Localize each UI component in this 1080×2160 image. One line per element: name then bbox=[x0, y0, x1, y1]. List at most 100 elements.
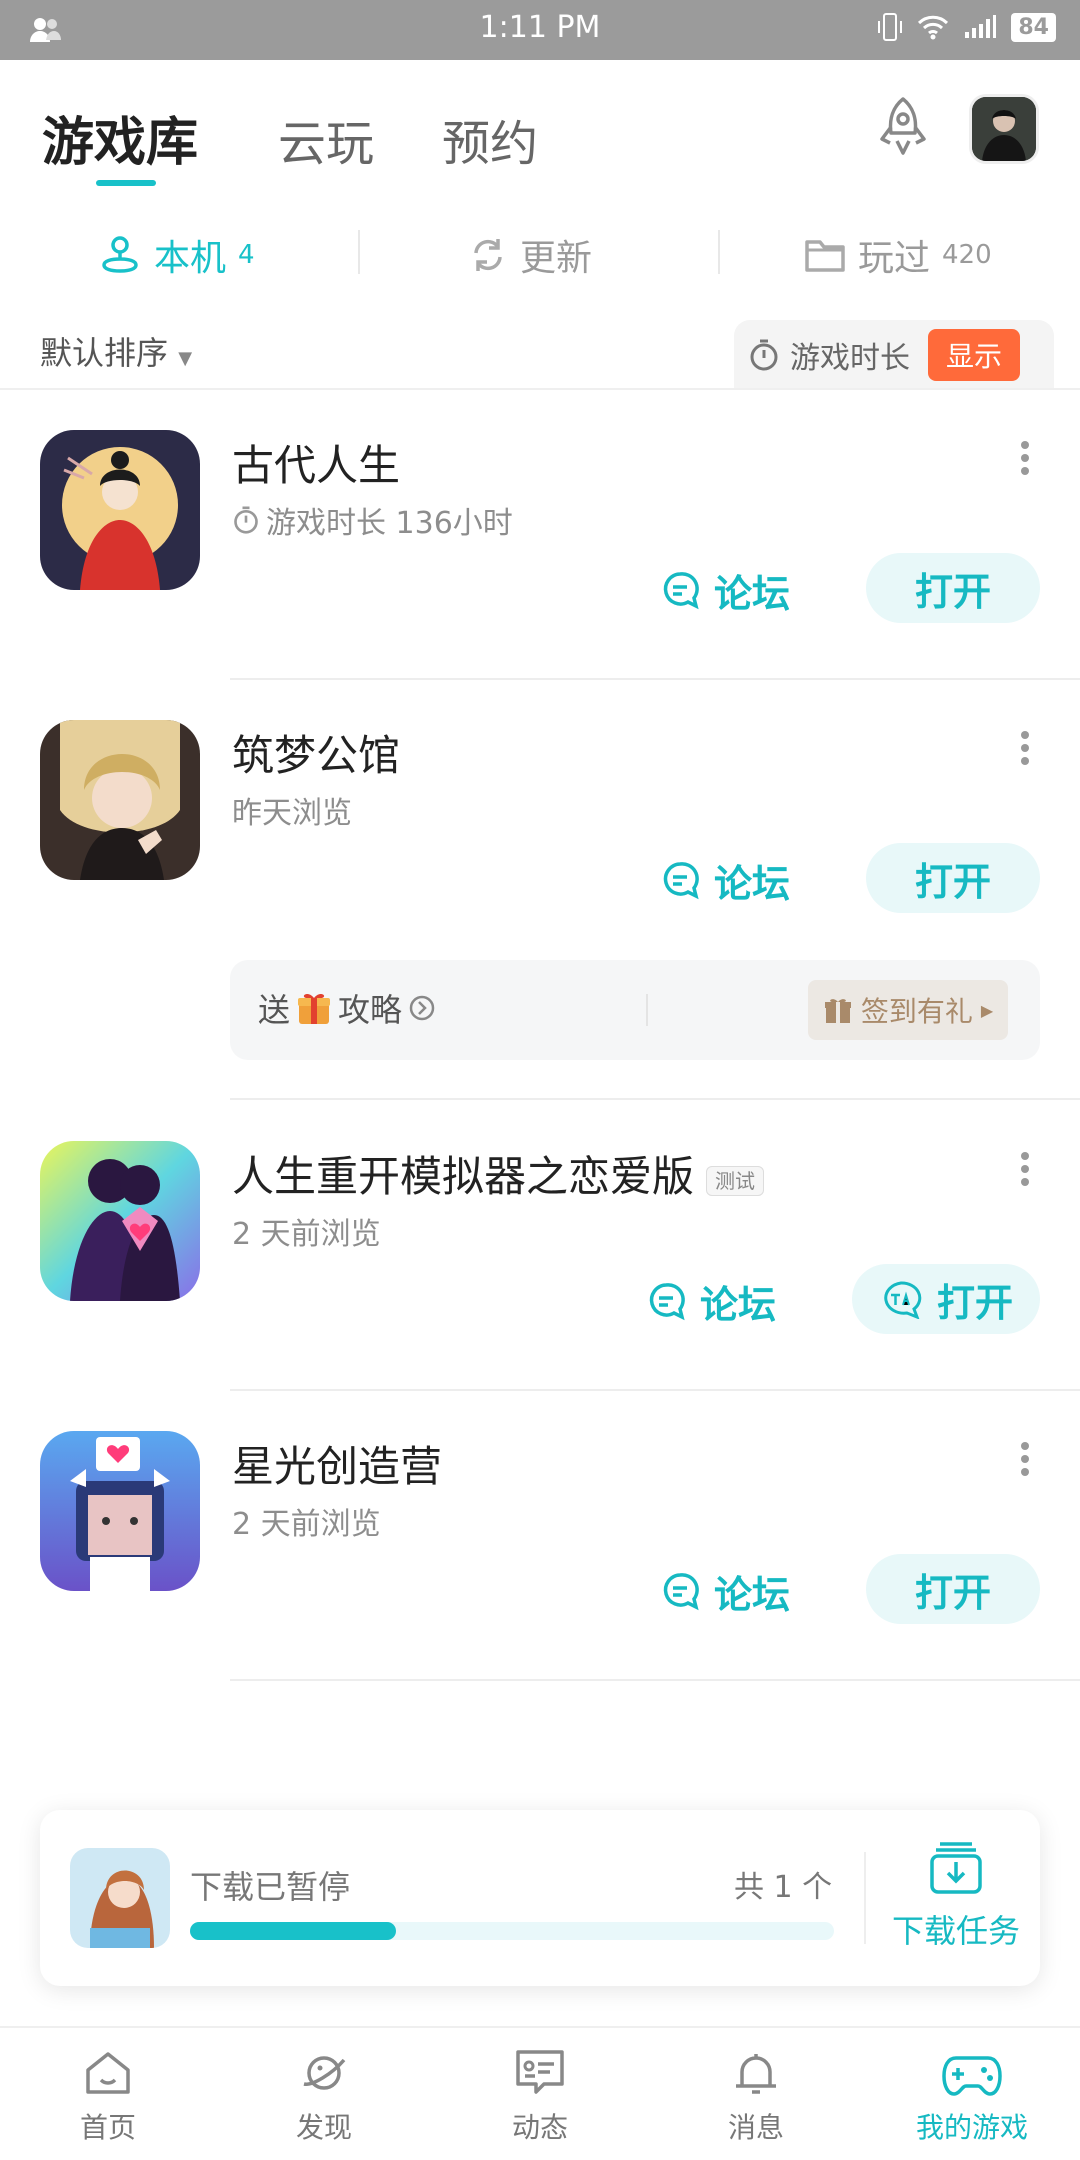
battery-indicator: 84 bbox=[1011, 12, 1056, 42]
open-button[interactable]: 打开 bbox=[852, 1264, 1040, 1334]
game-last-viewed: 2 天前浏览 bbox=[232, 1507, 381, 1542]
download-progress-track bbox=[190, 1922, 834, 1940]
download-status-card[interactable]: 下载已暂停 共 1 个 下载任务 bbox=[40, 1810, 1040, 1986]
promo-text-a: 送 bbox=[258, 991, 291, 1029]
open-label: 打开 bbox=[936, 1280, 1013, 1325]
more-options-icon[interactable] bbox=[1020, 1151, 1030, 1187]
forum-button[interactable]: 论坛 bbox=[660, 1561, 790, 1621]
nav-feed-label: 动态 bbox=[511, 2111, 568, 2144]
game-last-viewed: 2 天前浏览 bbox=[232, 1217, 381, 1252]
divider bbox=[358, 230, 360, 274]
more-options-icon[interactable] bbox=[1020, 730, 1030, 766]
nav-messages-label: 消息 bbox=[727, 2111, 784, 2144]
nav-home[interactable]: 首页 bbox=[28, 2048, 188, 2146]
forum-icon bbox=[663, 572, 699, 610]
guide-link[interactable]: 送 攻略 bbox=[258, 985, 436, 1031]
checkin-gift-button[interactable]: 签到有礼 ▶ bbox=[808, 980, 1008, 1040]
nav-discover[interactable]: 发现 bbox=[244, 2048, 404, 2146]
top-navigation: 游戏库 云玩 预约 bbox=[0, 60, 1080, 200]
game-item[interactable]: 筑梦公馆 昨天浏览 论坛 打开 送 攻略 签到有礼 ▶ bbox=[0, 680, 1080, 1100]
game-title: 星光创造营 bbox=[232, 1442, 443, 1491]
forum-button[interactable]: 论坛 bbox=[660, 850, 790, 910]
subtab-played-label: 玩过 bbox=[858, 238, 931, 279]
game-item[interactable]: 人生重开模拟器之恋爱版 测试 2 天前浏览 论坛 打开 bbox=[0, 1101, 1080, 1391]
promo-text-b: 攻略 bbox=[338, 991, 403, 1029]
download-total-count: 共 1 个 bbox=[734, 1870, 833, 1905]
forum-icon bbox=[663, 862, 699, 900]
gift-icon bbox=[298, 993, 331, 1024]
subtab-played-count: 420 bbox=[942, 240, 992, 270]
download-tasks-button[interactable]: 下载任务 bbox=[886, 1838, 1026, 1952]
open-label: 打开 bbox=[914, 1570, 991, 1615]
download-status-text: 下载已暂停 bbox=[190, 1868, 351, 1906]
tab-game-library[interactable]: 游戏库 bbox=[42, 100, 198, 175]
active-tab-indicator bbox=[96, 180, 156, 186]
status-bar: 1:11 PM 84 bbox=[0, 0, 1080, 60]
divider bbox=[646, 994, 648, 1026]
game-item[interactable]: 星光创造营 2 天前浏览 论坛 打开 bbox=[0, 1391, 1080, 1681]
show-playtime-button[interactable]: 显示 bbox=[928, 329, 1021, 381]
folder-icon bbox=[805, 240, 845, 272]
forum-icon bbox=[663, 1573, 699, 1611]
sort-bar: 默认排序 ▼ 游戏时长 显示 bbox=[0, 320, 1080, 390]
more-options-icon[interactable] bbox=[1020, 440, 1030, 476]
nav-messages[interactable]: 消息 bbox=[676, 2048, 836, 2146]
divider bbox=[718, 230, 720, 274]
game-sub-text: 游戏时长 136小时 bbox=[266, 506, 513, 541]
dropdown-arrow-icon: ▼ bbox=[178, 348, 193, 369]
nav-home-label: 首页 bbox=[79, 2111, 136, 2144]
nav-discover-label: 发现 bbox=[295, 2111, 352, 2144]
forum-button[interactable]: 论坛 bbox=[646, 1271, 776, 1331]
subtab-updates[interactable]: 更新 bbox=[468, 230, 592, 280]
open-button[interactable]: 打开 bbox=[866, 843, 1040, 913]
divider bbox=[230, 1098, 1080, 1100]
nav-my-games[interactable]: 我的游戏 bbox=[892, 2048, 1052, 2146]
sort-dropdown[interactable]: 默认排序 ▼ bbox=[40, 328, 192, 374]
open-label: 打开 bbox=[914, 569, 991, 614]
forum-button[interactable]: 论坛 bbox=[660, 560, 790, 620]
gift-box-icon bbox=[824, 999, 851, 1023]
more-options-icon[interactable] bbox=[1020, 1441, 1030, 1477]
game-playtime: 游戏时长 136小时 bbox=[232, 498, 513, 542]
timer-icon bbox=[750, 339, 778, 371]
forum-icon bbox=[649, 1283, 685, 1321]
gamepad-icon bbox=[942, 2056, 1002, 2096]
game-title: 古代人生 bbox=[232, 441, 401, 490]
promo-banner: 送 攻略 签到有礼 ▶ bbox=[230, 960, 1040, 1060]
game-icon bbox=[40, 720, 200, 880]
sort-label: 默认排序 bbox=[40, 334, 169, 372]
game-item[interactable]: 古代人生 游戏时长 136小时 论坛 打开 bbox=[0, 390, 1080, 680]
divider bbox=[864, 1852, 866, 1944]
tab-reservations[interactable]: 预约 bbox=[442, 104, 538, 174]
subtab-played[interactable]: 玩过 420 bbox=[804, 230, 992, 280]
subtab-updates-label: 更新 bbox=[520, 238, 593, 279]
forum-label: 论坛 bbox=[714, 1572, 791, 1617]
beta-badge: 测试 bbox=[706, 1166, 765, 1196]
chevron-right-icon: ▶ bbox=[980, 1000, 994, 1020]
subtab-local-count: 4 bbox=[238, 240, 255, 270]
game-title: 筑梦公馆 bbox=[232, 731, 401, 780]
playtime-toggle[interactable]: 游戏时长 显示 bbox=[734, 320, 1054, 390]
taptap-icon bbox=[884, 1281, 922, 1319]
download-progress-fill bbox=[190, 1922, 397, 1940]
user-avatar[interactable] bbox=[972, 97, 1036, 161]
nav-my-games-label: 我的游戏 bbox=[915, 2111, 1028, 2144]
game-last-viewed: 昨天浏览 bbox=[232, 796, 352, 831]
bottom-navigation: 首页 发现 动态 消息 我的游戏 bbox=[0, 2026, 1080, 2160]
planet-icon bbox=[303, 2056, 346, 2090]
refresh-icon bbox=[474, 239, 502, 271]
download-tray-icon bbox=[930, 1842, 982, 1894]
feed-icon bbox=[516, 2050, 564, 2094]
open-button[interactable]: 打开 bbox=[866, 553, 1040, 623]
subtab-local[interactable]: 本机 4 bbox=[98, 230, 255, 280]
forum-label: 论坛 bbox=[700, 1282, 777, 1327]
game-title-text: 人生重开模拟器之恋爱版 bbox=[232, 1152, 695, 1201]
tab-cloud-play[interactable]: 云玩 bbox=[278, 104, 374, 174]
forum-label: 论坛 bbox=[714, 571, 791, 616]
vibrate-icon bbox=[878, 13, 903, 41]
downloading-game-icon bbox=[70, 1848, 170, 1948]
rocket-icon[interactable] bbox=[872, 95, 934, 163]
nav-feed[interactable]: 动态 bbox=[460, 2048, 620, 2146]
divider bbox=[230, 1679, 1080, 1681]
open-button[interactable]: 打开 bbox=[866, 1554, 1040, 1624]
